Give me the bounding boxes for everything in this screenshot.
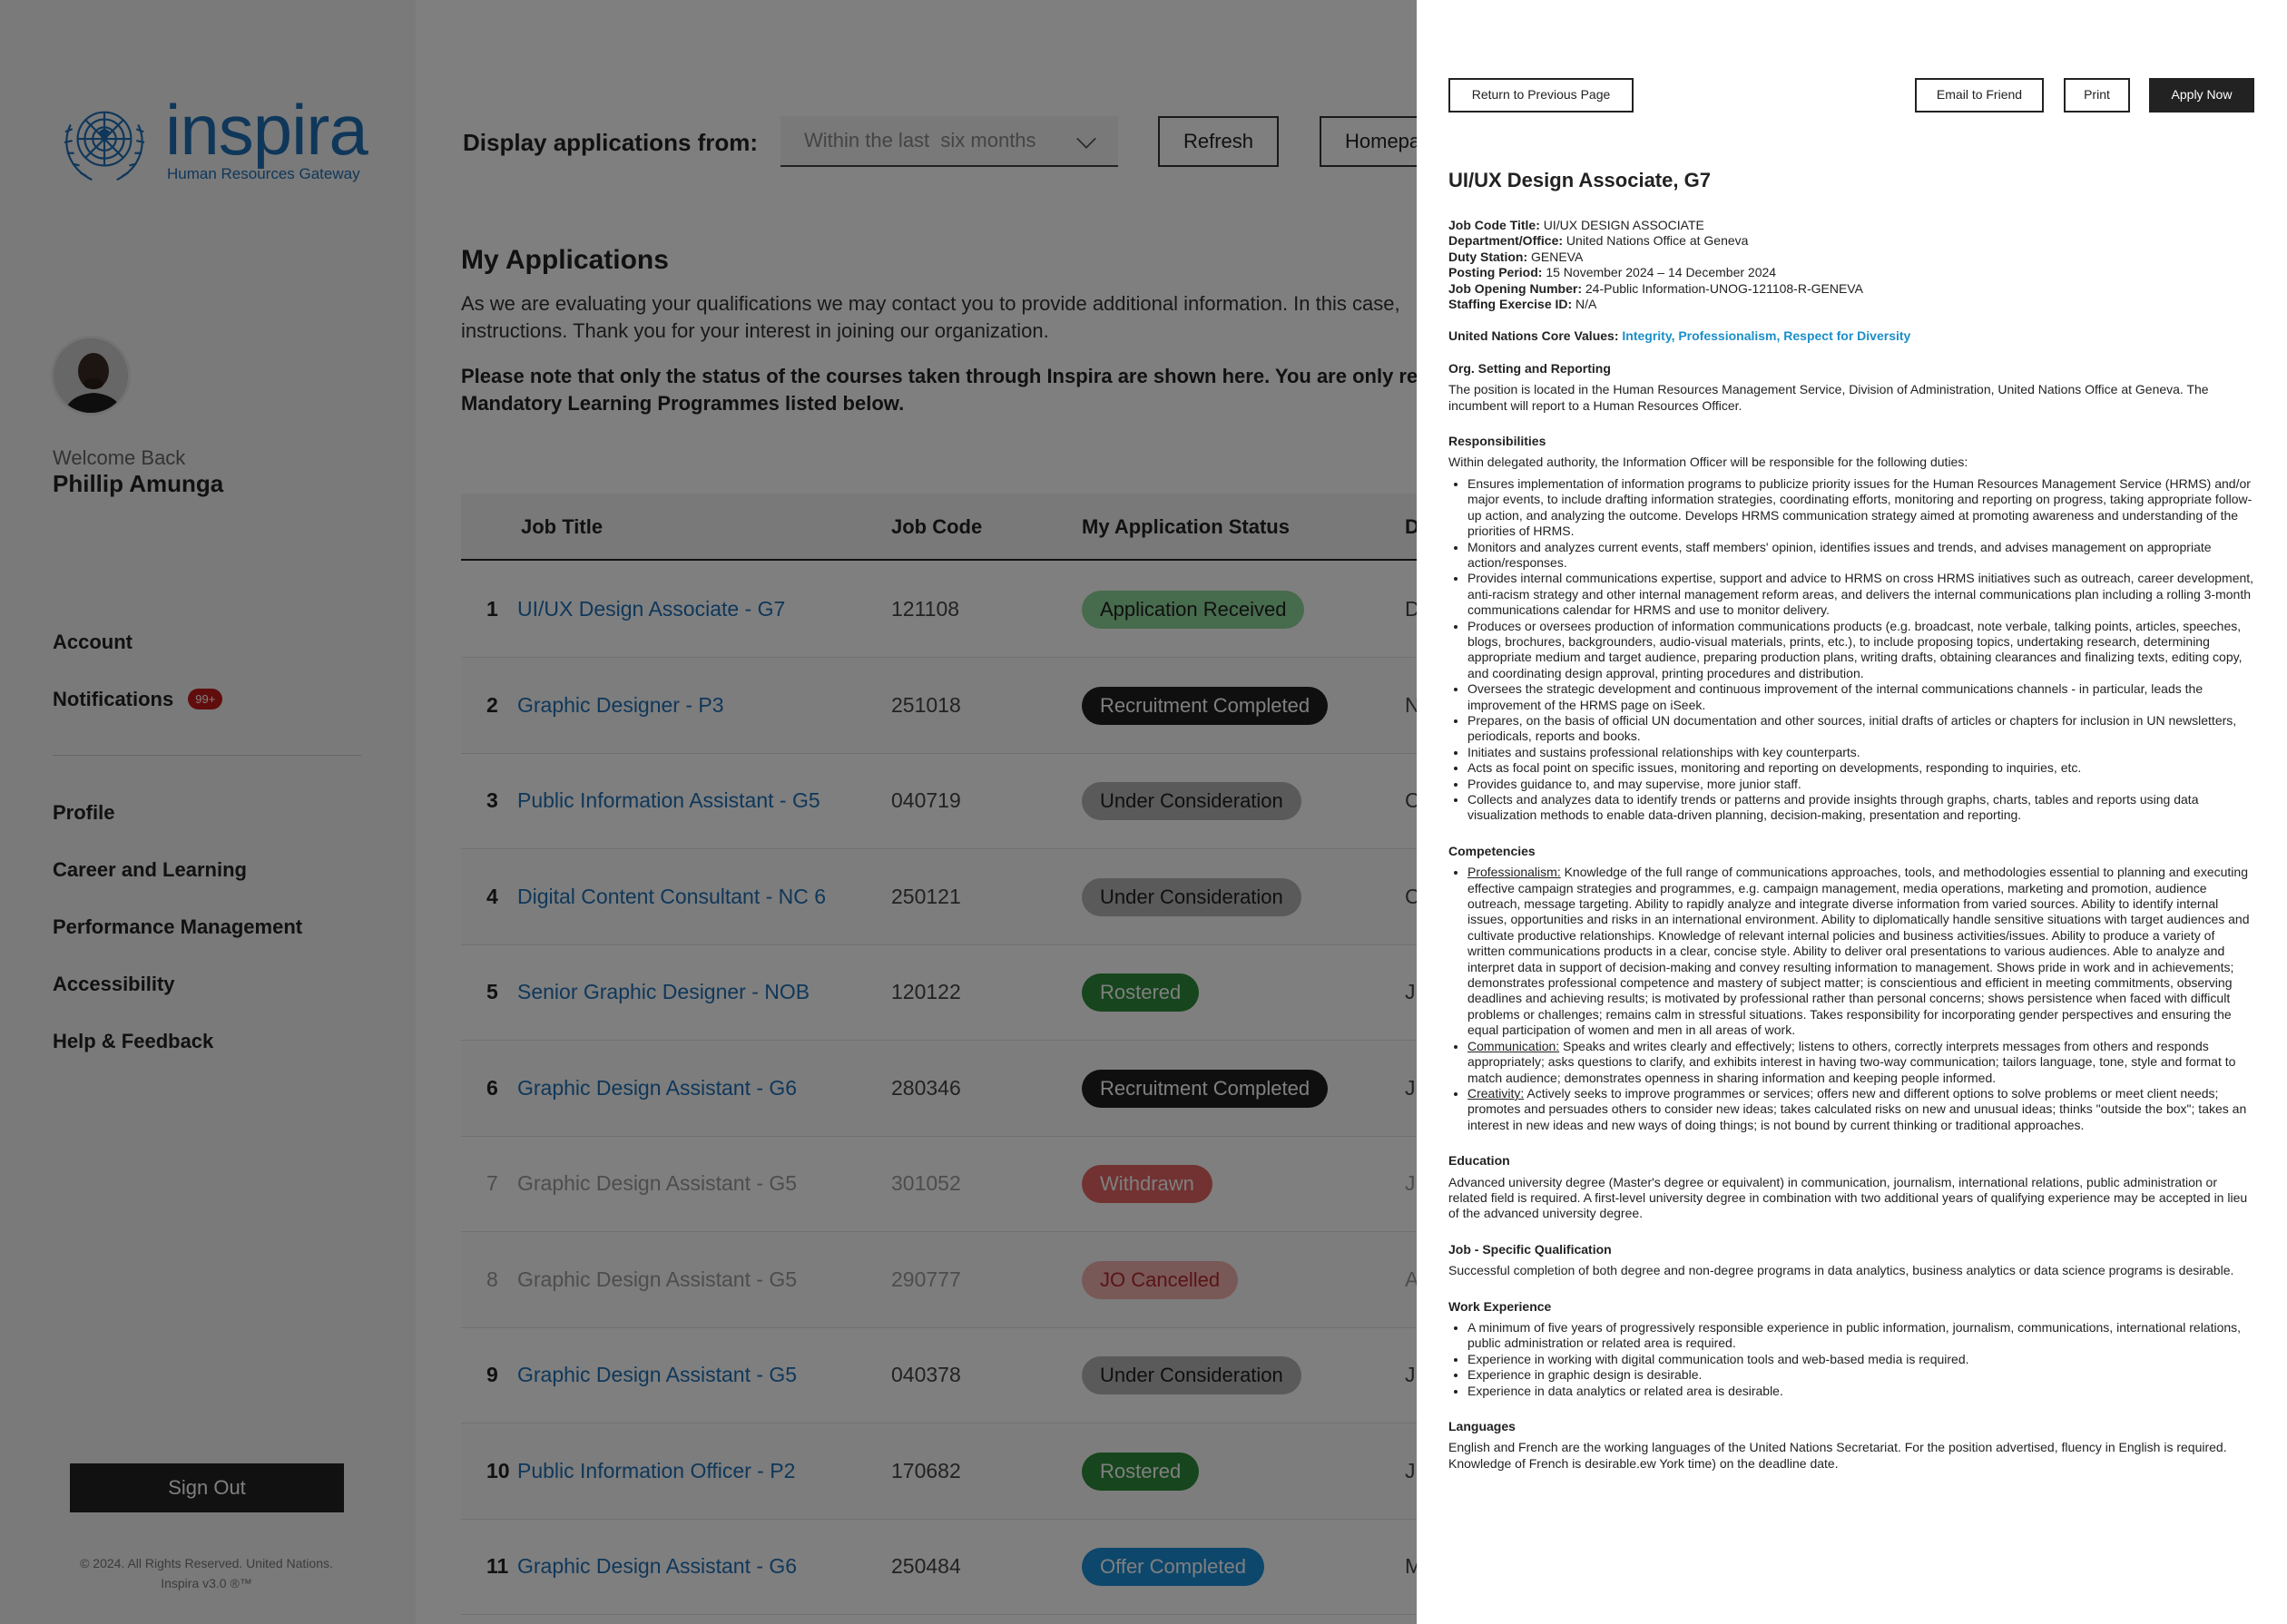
work-experience-list: A minimum of five years of progressively… xyxy=(1467,1320,2254,1399)
competency-text: Speaks and writes clearly and effectivel… xyxy=(1467,1038,2236,1085)
competencies-list: Professionalism: Knowledge of the full r… xyxy=(1467,865,2254,1133)
job-detail-item: Duty Station: GENEVA xyxy=(1448,249,2254,265)
list-item: Experience in graphic design is desirabl… xyxy=(1467,1367,2254,1383)
responsibilities-list: Ensures implementation of information pr… xyxy=(1467,476,2254,824)
job-description: Job Code Title: UI/UX DESIGN ASSOCIATE De… xyxy=(1448,218,2254,1472)
detail-key: Duty Station: xyxy=(1448,249,1528,264)
detail-key: Staffing Exercise ID: xyxy=(1448,297,1573,312)
return-button[interactable]: Return to Previous Page xyxy=(1448,78,1634,113)
job-detail-item: Job Opening Number: 24-Public Informatio… xyxy=(1448,281,2254,297)
competency-name: Communication: xyxy=(1467,1038,1560,1053)
list-item: Experience in working with digital commu… xyxy=(1467,1352,2254,1367)
detail-key: Department/Office: xyxy=(1448,233,1564,249)
job-detail-item: Job Code Title: UI/UX DESIGN ASSOCIATE xyxy=(1448,218,2254,233)
list-item: Prepares, on the basis of official UN do… xyxy=(1467,713,2254,745)
competency-item: Creativity: Actively seeks to improve pr… xyxy=(1467,1086,2254,1133)
list-item: Experience in data analytics or related … xyxy=(1467,1384,2254,1399)
detail-key: Job Code Title: xyxy=(1448,218,1540,232)
list-item: Ensures implementation of information pr… xyxy=(1467,476,2254,540)
work-experience-title: Work Experience xyxy=(1448,1298,1552,1314)
org-title: Org. Setting and Reporting xyxy=(1448,360,1611,376)
job-detail-panel: Return to Previous Page Email to Friend … xyxy=(1417,0,2287,1624)
languages-title: Languages xyxy=(1448,1419,1516,1433)
list-item: Collects and analyzes data to identify t… xyxy=(1467,792,2254,824)
detail-value: 24-Public Information-UNOG-121108-R-GENE… xyxy=(1585,280,1863,296)
competency-item: Communication: Speaks and writes clearly… xyxy=(1467,1039,2254,1086)
detail-value: GENEVA xyxy=(1531,249,1584,264)
responsibilities-intro: Within delegated authority, the Informat… xyxy=(1448,455,1968,470)
job-detail-item: Posting Period: 15 November 2024 – 14 De… xyxy=(1448,265,2254,280)
languages-text: English and French are the working langu… xyxy=(1448,1440,2227,1471)
apply-now-button[interactable]: Apply Now xyxy=(2149,78,2254,113)
job-detail-item: Department/Office: United Nations Office… xyxy=(1448,233,2254,249)
list-item: A minimum of five years of progressively… xyxy=(1467,1320,2254,1352)
detail-value: N/A xyxy=(1575,297,1597,312)
list-item: Initiates and sustains professional rela… xyxy=(1467,745,2254,760)
education-text: Advanced university degree (Master's deg… xyxy=(1448,1174,2248,1221)
list-item: Monitors and analyzes current events, st… xyxy=(1467,540,2254,572)
competency-item: Professionalism: Knowledge of the full r… xyxy=(1467,865,2254,1038)
competency-text: Actively seeks to improve programmes or … xyxy=(1467,1085,2247,1132)
core-values: United Nations Core Values: Integrity, P… xyxy=(1448,328,2254,344)
print-button[interactable]: Print xyxy=(2064,78,2130,113)
competency-text: Knowledge of the full range of communica… xyxy=(1467,865,2250,1038)
job-qualification-title: Job - Specific Qualification xyxy=(1448,1241,1612,1257)
detail-value: United Nations Office at Geneva xyxy=(1566,233,1749,249)
competencies-title: Competencies xyxy=(1448,843,1536,858)
competency-name: Creativity: xyxy=(1467,1085,1525,1101)
job-detail-item: Staffing Exercise ID: N/A xyxy=(1448,297,2254,312)
job-details-list: Job Code Title: UI/UX DESIGN ASSOCIATE De… xyxy=(1448,218,2254,312)
list-item: Provides internal communications experti… xyxy=(1467,571,2254,618)
core-values-link[interactable]: Integrity, Professionalism, Respect for … xyxy=(1622,328,1910,343)
job-qualification-text: Successful completion of both degree and… xyxy=(1448,1263,2234,1278)
detail-value: 15 November 2024 – 14 December 2024 xyxy=(1546,265,1777,280)
list-item: Provides guidance to, and may supervise,… xyxy=(1467,777,2254,792)
detail-value: UI/UX DESIGN ASSOCIATE xyxy=(1543,218,1704,232)
list-item: Acts as focal point on specific issues, … xyxy=(1467,760,2254,776)
modal-backdrop[interactable] xyxy=(0,0,1417,1624)
list-item: Produces or oversees production of infor… xyxy=(1467,619,2254,682)
responsibilities-title: Responsibilities xyxy=(1448,434,1546,449)
job-heading: UI/UX Design Associate, G7 xyxy=(1448,169,1711,191)
email-friend-button[interactable]: Email to Friend xyxy=(1915,78,2044,113)
list-item: Oversees the strategic development and c… xyxy=(1467,681,2254,713)
detail-key: Job Opening Number: xyxy=(1448,280,1582,296)
competency-name: Professionalism: xyxy=(1467,865,1561,880)
detail-key: Posting Period: xyxy=(1448,265,1543,280)
org-text: The position is located in the Human Res… xyxy=(1448,382,2209,413)
core-values-label: United Nations Core Values: xyxy=(1448,328,1619,344)
education-title: Education xyxy=(1448,1153,1510,1169)
